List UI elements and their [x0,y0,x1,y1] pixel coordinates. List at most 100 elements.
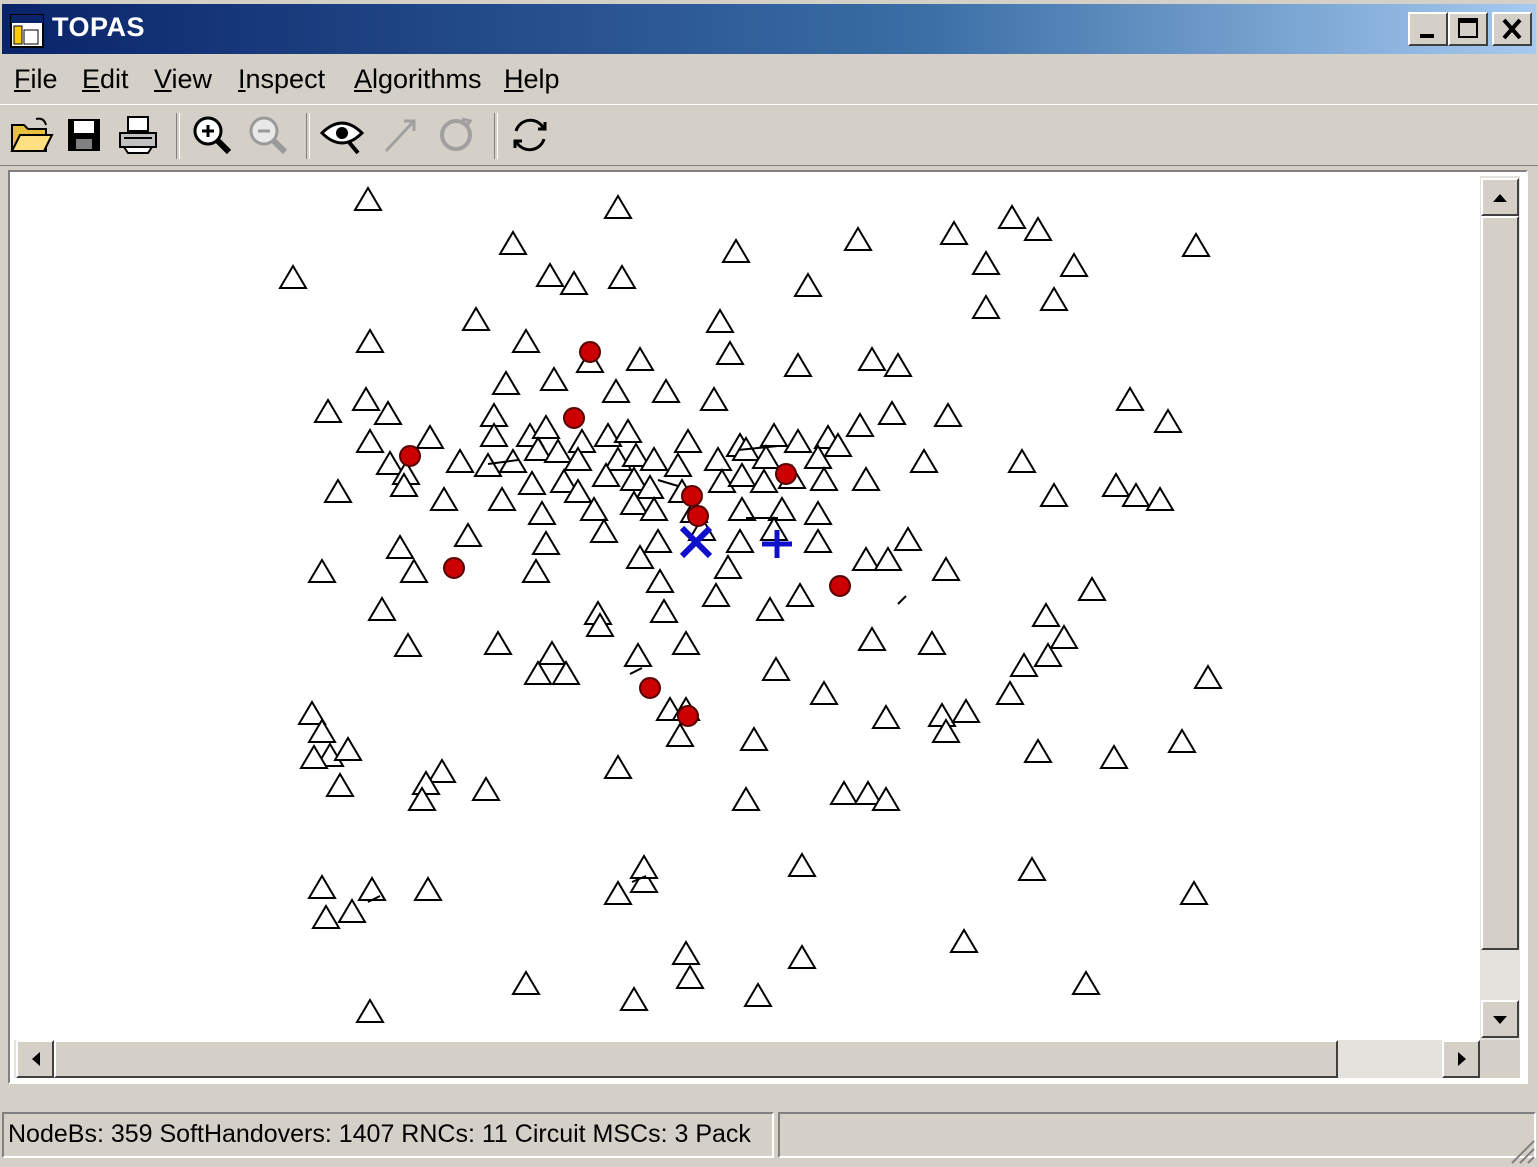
nodeb-marker[interactable] [1039,286,1069,311]
nodeb-marker[interactable] [951,698,981,723]
nodeb-marker[interactable] [357,876,387,901]
arrow-icon[interactable] [376,111,424,159]
nodeb-marker[interactable] [537,640,567,665]
nodeb-marker[interactable] [883,352,913,377]
nodeb-marker[interactable] [415,424,445,449]
nodeb-marker[interactable] [673,428,703,453]
nodeb-marker[interactable] [1193,664,1223,689]
nodeb-marker[interactable] [783,352,813,377]
nodeb-marker[interactable] [759,516,789,541]
nodeb-marker[interactable] [531,530,561,555]
nodeb-marker[interactable] [355,328,385,353]
menu-edit[interactable]: Edit [76,62,135,97]
menu-algorithms[interactable]: Algorithms [348,62,488,97]
rnc-marker[interactable] [829,575,851,597]
nodeb-marker[interactable] [471,776,501,801]
nodeb-marker[interactable] [809,680,839,705]
inspect-eye-icon[interactable] [318,111,366,159]
nodeb-marker[interactable] [1059,252,1089,277]
horizontal-scroll-thumb[interactable] [54,1040,1338,1078]
nodeb-marker[interactable] [705,308,735,333]
nodeb-marker[interactable] [511,328,541,353]
nodeb-marker[interactable] [649,598,679,623]
rnc-marker[interactable] [687,505,709,527]
rnc-marker[interactable] [639,677,661,699]
nodeb-marker[interactable] [355,998,385,1023]
scroll-right-button[interactable] [1442,1040,1480,1078]
nodeb-marker[interactable] [761,656,791,681]
nodeb-marker[interactable] [445,448,475,473]
nodeb-marker[interactable] [675,964,705,989]
rnc-marker[interactable] [677,705,699,727]
nodeb-marker[interactable] [1007,448,1037,473]
nodeb-marker[interactable] [663,452,693,477]
nodeb-marker[interactable] [793,272,823,297]
nodeb-marker[interactable] [551,660,581,685]
nodeb-marker[interactable] [909,448,939,473]
resize-grip-icon[interactable] [1506,1135,1536,1165]
nodeb-marker[interactable] [671,940,701,965]
nodeb-marker[interactable] [413,876,443,901]
nodeb-marker[interactable] [759,422,789,447]
nodeb-marker[interactable] [857,346,887,371]
title-bar[interactable]: TOPAS [2,4,1536,54]
rnc-marker[interactable] [579,341,601,363]
nodeb-marker[interactable] [643,528,673,553]
nodeb-marker[interactable] [727,496,757,521]
zoom-out-icon[interactable] [244,111,292,159]
nodeb-marker[interactable] [385,534,415,559]
nodeb-marker[interactable] [491,370,521,395]
nodeb-marker[interactable] [603,754,633,779]
nodeb-marker[interactable] [487,486,517,511]
nodeb-marker[interactable] [461,306,491,331]
nodeb-marker[interactable] [1009,652,1039,677]
nodeb-marker[interactable] [787,852,817,877]
nodeb-marker[interactable] [373,400,403,425]
nodeb-marker[interactable] [539,366,569,391]
nodeb-marker[interactable] [607,264,637,289]
network-view[interactable] [8,170,1528,1084]
nodeb-marker[interactable] [393,632,423,657]
nodeb-marker[interactable] [703,446,733,471]
nodeb-marker[interactable] [427,758,457,783]
nodeb-marker[interactable] [517,470,547,495]
rotate-icon[interactable] [432,111,480,159]
nodeb-marker[interactable] [651,378,681,403]
nodeb-marker[interactable] [603,880,633,905]
nodeb-marker[interactable] [623,642,653,667]
nodeb-marker[interactable] [721,238,751,263]
nodeb-marker[interactable] [857,626,887,651]
nodeb-marker[interactable] [453,522,483,547]
nodeb-marker[interactable] [1071,970,1101,995]
nodeb-marker[interactable] [479,422,509,447]
nodeb-marker[interactable] [601,378,631,403]
nodeb-marker[interactable] [739,726,769,751]
nodeb-marker[interactable] [603,194,633,219]
nodeb-marker[interactable] [743,982,773,1007]
nodeb-marker[interactable] [1023,216,1053,241]
menu-help[interactable]: Help [498,62,566,97]
nodeb-marker[interactable] [1179,880,1209,905]
zoom-in-icon[interactable] [188,111,236,159]
nodeb-marker[interactable] [893,526,923,551]
nodeb-marker[interactable] [1017,856,1047,881]
nodeb-marker[interactable] [725,528,755,553]
nodeb-marker[interactable] [715,340,745,365]
nodeb-marker[interactable] [1099,744,1129,769]
nodeb-marker[interactable] [325,772,355,797]
nodeb-marker[interactable] [567,428,597,453]
nodeb-marker[interactable] [917,630,947,655]
rnc-marker[interactable] [563,407,585,429]
open-folder-icon[interactable] [6,111,54,159]
print-icon[interactable] [114,111,162,159]
nodeb-marker[interactable] [523,660,553,685]
minimize-button[interactable] [1408,12,1448,46]
nodeb-marker[interactable] [483,630,513,655]
nodeb-marker[interactable] [307,874,337,899]
nodeb-marker[interactable] [278,264,308,289]
nodeb-marker[interactable] [699,386,729,411]
nodeb-marker[interactable] [933,402,963,427]
nodeb-marker[interactable] [307,558,337,583]
nodeb-marker[interactable] [399,558,429,583]
nodeb-marker[interactable] [1031,602,1061,627]
